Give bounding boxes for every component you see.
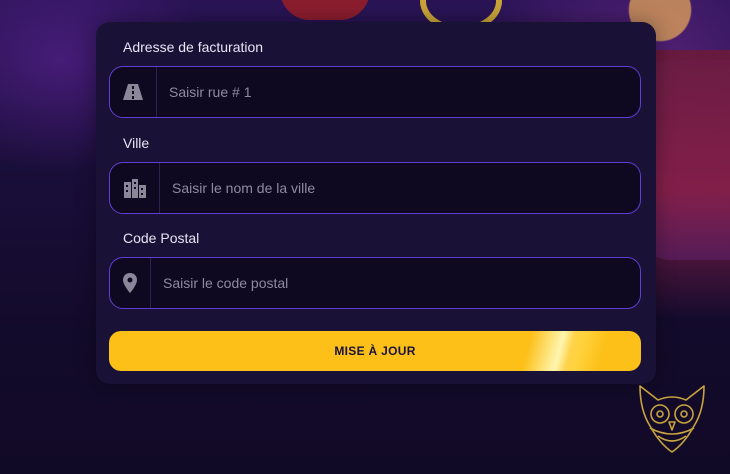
billing-address-input[interactable] — [157, 67, 640, 117]
postal-code-field[interactable] — [109, 257, 641, 309]
city-label: Ville — [123, 135, 150, 151]
billing-address-field[interactable] — [109, 66, 641, 118]
road-icon — [110, 67, 157, 117]
update-button[interactable]: MISE À JOUR — [109, 331, 641, 371]
city-field[interactable] — [109, 162, 641, 214]
postal-code-input[interactable] — [151, 258, 640, 308]
postal-code-label: Code Postal — [123, 230, 200, 246]
owl-logo-icon — [639, 385, 705, 453]
city-input[interactable] — [160, 163, 640, 213]
map-pin-icon — [110, 258, 151, 308]
city-icon — [110, 163, 160, 213]
billing-address-label: Adresse de facturation — [123, 39, 264, 55]
